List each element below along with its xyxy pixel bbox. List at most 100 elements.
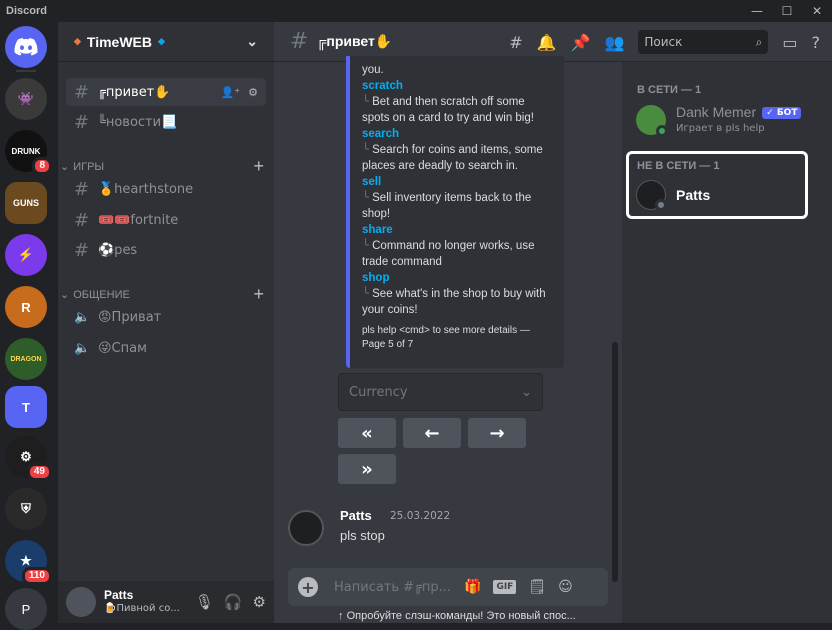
gear-icon[interactable]: ⚙: [248, 86, 258, 99]
message-text: pls stop: [340, 528, 385, 543]
minimize-button[interactable]: —: [742, 0, 772, 22]
member-activity: Играет в pls help: [676, 123, 765, 134]
chevron-down-icon: ⌄: [246, 33, 258, 49]
channel-novosti[interactable]: # ╚новости📃: [66, 108, 266, 136]
guild-pixel[interactable]: 👾: [5, 78, 47, 120]
chevron-down-icon: ⌄: [60, 161, 70, 173]
hash-icon: #: [74, 81, 90, 103]
currency-select[interactable]: Currency ⌄: [338, 373, 543, 411]
corner-arrow-icon: ╰: [362, 288, 373, 300]
add-channel-icon[interactable]: +: [253, 156, 264, 177]
guild-blue[interactable]: ★ 110: [5, 540, 52, 585]
guild-p[interactable]: P: [5, 588, 47, 630]
voice-channel-privat[interactable]: 🔈 😡Приват: [66, 303, 266, 331]
sticker-icon[interactable]: 🗒: [528, 579, 546, 595]
avatar: [636, 105, 668, 137]
server-header[interactable]: ◆ TimeWEB ◆ ⌄: [58, 22, 274, 62]
category-talk[interactable]: ⌄ ОБЩЕНИЕ +: [60, 284, 270, 305]
microphone-icon[interactable]: 🎙: [195, 593, 214, 611]
bot-badge: ✓ БОТ: [762, 107, 802, 119]
gift-icon[interactable]: 🎁: [464, 579, 481, 595]
hash-icon: #: [74, 178, 90, 200]
unread-badge: 49: [26, 463, 52, 481]
command-name: sell: [362, 176, 382, 188]
guild-shield[interactable]: ⛨: [5, 488, 47, 530]
online-status-icon: [656, 125, 668, 137]
last-page-button[interactable]: »: [338, 454, 396, 484]
help-icon[interactable]: ?: [812, 33, 821, 52]
unread-badge: 8: [32, 157, 52, 175]
command-name: scratch: [362, 80, 403, 92]
chevron-down-icon: ⌄: [521, 384, 532, 400]
speaker-icon: 🔈: [74, 309, 91, 325]
add-attachment-icon[interactable]: +: [298, 577, 318, 597]
command-name: shop: [362, 272, 390, 284]
hash-icon: #: [74, 111, 90, 133]
close-button[interactable]: ✕: [802, 0, 832, 22]
guild-timeweb[interactable]: T: [5, 386, 47, 428]
threads-icon[interactable]: #: [509, 33, 522, 52]
embed-footer: pls help <cmd> to see more details — Pag…: [362, 325, 530, 350]
avatar[interactable]: [288, 510, 324, 546]
scrollbar[interactable]: [612, 342, 618, 582]
search-input[interactable]: Поиск ⌕: [638, 30, 769, 54]
member-list: В СЕТИ — 1 Dank Memer ✓ БОТ Играет в pls …: [622, 62, 832, 623]
prev-page-button[interactable]: ←: [403, 418, 461, 448]
corner-arrow-icon: ╰: [362, 240, 373, 252]
gear-icon[interactable]: ⚙: [253, 593, 266, 611]
guild-guns[interactable]: GUNS: [5, 182, 47, 224]
add-member-icon[interactable]: 👤⁺: [221, 86, 241, 99]
guild-dragon[interactable]: DRAGON: [5, 338, 47, 380]
category-games[interactable]: ⌄ ИГРЫ +: [60, 156, 270, 177]
voice-channel-spam[interactable]: 🔈 😜Спам: [66, 334, 266, 362]
add-channel-icon[interactable]: +: [253, 284, 264, 305]
server-name: TimeWEB: [86, 33, 153, 50]
channel-fortnite[interactable]: # 🎟️🎟️fortnite: [66, 206, 266, 234]
bell-icon[interactable]: 🔔: [537, 33, 557, 52]
channel-label: 😡Приват: [98, 309, 162, 325]
home-button[interactable]: [5, 26, 47, 68]
pin-icon[interactable]: 📌: [571, 33, 591, 52]
channel-privet[interactable]: # ╔привет✋ 👤⁺ ⚙: [66, 78, 266, 106]
guild-drunk[interactable]: DRUNK 8: [5, 130, 52, 175]
channel-label: ╔привет✋: [98, 84, 171, 100]
next-page-button[interactable]: →: [468, 418, 526, 448]
command-desc: Bet and then scratch off some spots on a…: [362, 96, 534, 124]
command-name: share: [362, 224, 393, 236]
headphones-icon[interactable]: 🎧: [224, 593, 243, 611]
blue-dot-icon: ◆: [158, 36, 165, 46]
member-row[interactable]: Dank Memer ✓ БОТ Играет в pls help: [636, 104, 802, 137]
offline-header: НЕ В СЕТИ — 1: [637, 160, 720, 172]
first-page-button[interactable]: «: [338, 418, 396, 448]
maximize-button[interactable]: ☐: [772, 0, 802, 22]
shield-icon: ⛨: [21, 501, 31, 516]
channel-label: ╚новости📃: [98, 114, 178, 130]
online-header: В СЕТИ — 1: [637, 84, 702, 96]
tip-arrow-icon: ↑: [338, 610, 347, 622]
custom-status: 🍺Пивной со...: [104, 603, 180, 614]
discord-logo-icon: [14, 38, 38, 56]
username: Patts: [104, 588, 134, 602]
gif-icon[interactable]: GIF: [493, 580, 517, 594]
avatar[interactable]: [66, 587, 96, 617]
channel-pes[interactable]: # ⚽pes: [66, 236, 266, 264]
channel-label: ⚽pes: [98, 242, 138, 258]
channel-label: 🎟️🎟️fortnite: [98, 212, 179, 228]
emoji-icon[interactable]: ☺: [558, 579, 573, 595]
guild-lightning[interactable]: ⚡: [5, 234, 47, 276]
command-name: search: [362, 128, 400, 140]
members-icon[interactable]: 👥: [604, 33, 624, 52]
message-author[interactable]: Patts: [340, 508, 372, 523]
pixel-avatar-icon: 👾: [17, 91, 35, 106]
command-desc: Command no longer works, use trade comma…: [362, 240, 535, 268]
member-name: Dank Memer: [676, 104, 757, 120]
message-input[interactable]: + Написать #╔пр... 🎁 GIF 🗒 ☺: [288, 568, 608, 606]
guild-separator: [16, 70, 36, 72]
user-panel: Patts 🍺Пивной со... 🎙 🎧 ⚙: [58, 581, 274, 623]
member-row[interactable]: Patts: [636, 180, 710, 211]
gear-icon: ⚙: [20, 449, 32, 464]
guild-dark[interactable]: ⚙ 49: [5, 436, 52, 481]
channel-hearthstone[interactable]: # 🏅hearthstone: [66, 175, 266, 203]
inbox-icon[interactable]: ▭: [782, 33, 797, 52]
guild-r[interactable]: R: [5, 286, 47, 328]
